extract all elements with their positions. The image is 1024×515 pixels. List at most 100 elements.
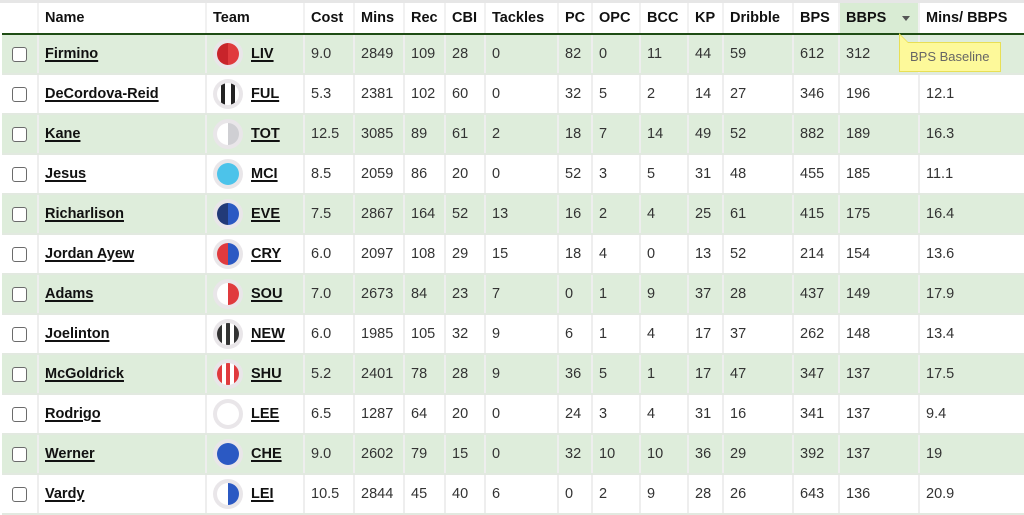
player-name-link[interactable]: Werner (45, 446, 95, 462)
tackles-cell: 2 (485, 114, 559, 155)
team-link[interactable]: SHU (251, 366, 282, 382)
row-checkbox[interactable] (12, 46, 27, 62)
cbi-cell: 40 (445, 474, 486, 515)
mins-bbps-cell: 16.4 (919, 194, 1024, 235)
header-name[interactable]: Name (38, 3, 207, 35)
team-cell: SOU (206, 274, 305, 315)
team-link[interactable]: FUL (251, 86, 279, 102)
player-name-link[interactable]: Richarlison (45, 206, 124, 222)
cost-cell: 6.0 (304, 234, 355, 275)
header-team[interactable]: Team (206, 3, 305, 35)
header-opc[interactable]: OPC (592, 3, 641, 35)
header-mins[interactable]: Mins (354, 3, 405, 35)
row-select-cell (2, 434, 39, 475)
player-name-link[interactable]: Kane (45, 126, 80, 142)
rec-cell: 105 (404, 314, 446, 355)
name-cell: Jordan Ayew (38, 234, 207, 275)
newcastle-kit-icon (213, 319, 243, 349)
row-checkbox[interactable] (12, 366, 27, 382)
pc-cell: 82 (558, 34, 593, 75)
everton-kit-icon (213, 199, 243, 229)
row-checkbox[interactable] (12, 206, 27, 222)
name-cell: DeCordova-Reid (38, 74, 207, 115)
player-name-link[interactable]: McGoldrick (45, 366, 124, 382)
player-name-link[interactable]: Firmino (45, 46, 98, 62)
kp-cell: 36 (688, 434, 724, 475)
rec-cell: 79 (404, 434, 446, 475)
name-cell: Rodrigo (38, 394, 207, 435)
bcc-cell: 2 (640, 74, 689, 115)
player-name-link[interactable]: Jordan Ayew (45, 246, 134, 262)
header-tackles[interactable]: Tackles (485, 3, 559, 35)
header-cbi[interactable]: CBI (445, 3, 486, 35)
player-name-link[interactable]: Adams (45, 286, 93, 302)
mins-cell: 2849 (354, 34, 405, 75)
row-checkbox[interactable] (12, 406, 27, 422)
player-name-link[interactable]: Joelinton (45, 326, 109, 342)
dribble-cell: 27 (723, 74, 794, 115)
row-checkbox[interactable] (12, 286, 27, 302)
row-checkbox[interactable] (12, 326, 27, 342)
header-bps[interactable]: BPS (793, 3, 840, 35)
name-cell: Kane (38, 114, 207, 155)
cost-cell: 7.0 (304, 274, 355, 315)
row-checkbox[interactable] (12, 446, 27, 462)
player-name-link[interactable]: Vardy (45, 486, 85, 502)
row-checkbox[interactable] (12, 86, 27, 102)
tackles-cell: 0 (485, 434, 559, 475)
cost-cell: 6.0 (304, 314, 355, 355)
bbps-tooltip: BPS Baseline (899, 33, 1001, 72)
header-mins-bbps[interactable]: Mins/ BBPS (919, 3, 1024, 35)
tackles-cell: 0 (485, 154, 559, 195)
bbps-cell: 175 (839, 194, 920, 235)
team-link[interactable]: CRY (251, 246, 281, 262)
row-select-cell (2, 274, 39, 315)
bps-cell: 612 (793, 34, 840, 75)
players-table: Name Team Cost Mins Rec CBI Tackles PC O… (2, 3, 1024, 515)
row-checkbox[interactable] (12, 486, 27, 502)
row-select-cell (2, 314, 39, 355)
team-link[interactable]: LIV (251, 46, 274, 62)
header-bcc[interactable]: BCC (640, 3, 689, 35)
player-name-link[interactable]: DeCordova-Reid (45, 86, 159, 102)
bcc-cell: 4 (640, 314, 689, 355)
mins-cell: 2097 (354, 234, 405, 275)
table-row: Adams SOU 7.0 2673 84 23 7 0 1 9 37 28 437 149 17.9 (2, 274, 1024, 315)
crystal-palace-kit-icon (213, 239, 243, 269)
player-name-link[interactable]: Jesus (45, 166, 86, 182)
header-cost[interactable]: Cost (304, 3, 355, 35)
header-kp[interactable]: KP (688, 3, 724, 35)
kp-cell: 17 (688, 314, 724, 355)
bbps-cell: 148 (839, 314, 920, 355)
bbps-cell: 154 (839, 234, 920, 275)
kp-cell: 13 (688, 234, 724, 275)
table-row: Joelinton NEW 6.0 1985 105 32 9 6 1 4 17 37 262 148 13… (2, 314, 1024, 355)
pc-cell: 32 (558, 434, 593, 475)
opc-cell: 3 (592, 154, 641, 195)
team-link[interactable]: EVE (251, 206, 280, 222)
header-pc[interactable]: PC (558, 3, 593, 35)
team-link[interactable]: NEW (251, 326, 285, 342)
pc-cell: 6 (558, 314, 593, 355)
row-checkbox[interactable] (12, 246, 27, 262)
team-link[interactable]: TOT (251, 126, 280, 142)
team-link[interactable]: CHE (251, 446, 282, 462)
team-link[interactable]: MCI (251, 166, 278, 182)
team-link[interactable]: LEE (251, 406, 279, 422)
pc-cell: 24 (558, 394, 593, 435)
header-dribble[interactable]: Dribble (723, 3, 794, 35)
row-checkbox[interactable] (12, 166, 27, 182)
mins-cell: 2401 (354, 354, 405, 395)
mins-cell: 2059 (354, 154, 405, 195)
team-link[interactable]: LEI (251, 486, 274, 502)
header-rec[interactable]: Rec (404, 3, 446, 35)
bps-cell: 341 (793, 394, 840, 435)
tackles-cell: 0 (485, 394, 559, 435)
player-name-link[interactable]: Rodrigo (45, 406, 101, 422)
team-link[interactable]: SOU (251, 286, 282, 302)
team-cell: EVE (206, 194, 305, 235)
rec-cell: 45 (404, 474, 446, 515)
header-bbps[interactable]: BBPS (839, 3, 920, 35)
row-checkbox[interactable] (12, 126, 27, 142)
bps-cell: 347 (793, 354, 840, 395)
